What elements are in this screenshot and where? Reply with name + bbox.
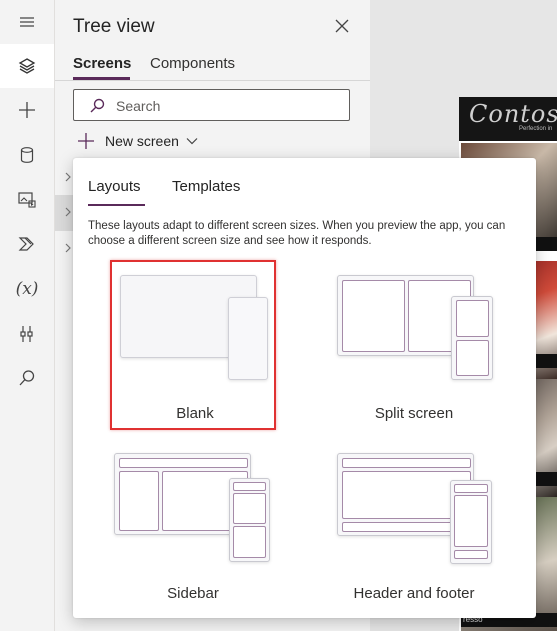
layout-label: Split screen xyxy=(374,405,454,422)
layout-label: Sidebar xyxy=(167,585,219,602)
database-icon[interactable] xyxy=(0,133,54,177)
chevron-right-icon[interactable] xyxy=(63,243,73,253)
split-left-pane xyxy=(342,280,405,352)
chevron-right-icon[interactable] xyxy=(63,172,73,182)
layers-icon[interactable] xyxy=(0,44,54,88)
layout-blank[interactable]: Blank xyxy=(110,260,276,430)
close-icon[interactable] xyxy=(333,17,351,35)
headerfooter-preview-phone xyxy=(450,480,492,564)
layouts-description: These layouts adapt to different screen … xyxy=(88,220,506,247)
tab-components[interactable]: Components xyxy=(150,55,235,72)
tab-screens[interactable]: Screens xyxy=(73,55,131,72)
media-icon[interactable] xyxy=(0,178,54,222)
hf-phone-footer xyxy=(454,550,488,559)
sidebar-nav xyxy=(119,471,159,531)
search-box[interactable] xyxy=(73,89,350,121)
tab-layouts[interactable]: Layouts xyxy=(88,178,141,195)
left-rail: (x) xyxy=(0,0,55,631)
pane-title: Tree view xyxy=(73,16,155,37)
hf-phone-content xyxy=(454,495,488,547)
divider xyxy=(55,80,370,81)
sidebar-header xyxy=(119,458,248,468)
split-phone-bottom xyxy=(456,340,489,376)
search-icon[interactable] xyxy=(0,356,54,400)
sidebar-phone-header xyxy=(233,482,266,491)
layout-header-and-footer[interactable]: Header and footer xyxy=(331,448,497,618)
blank-preview-phone xyxy=(228,297,268,380)
app-logo: Contos xyxy=(469,100,557,128)
hamburger-icon[interactable] xyxy=(0,0,54,44)
search-input[interactable] xyxy=(114,95,338,117)
plus-icon[interactable] xyxy=(0,88,54,132)
app-header: Contos Perfection in xyxy=(459,97,557,141)
new-screen-flyout: Layouts Templates These layouts adapt to… xyxy=(73,158,536,618)
app-tagline: Perfection in xyxy=(519,126,553,132)
tab-underline xyxy=(88,204,145,206)
chevron-down-icon xyxy=(186,138,198,145)
sidebar-phone-nav xyxy=(233,493,266,524)
sidebar-preview-phone xyxy=(229,478,270,562)
tools-icon[interactable] xyxy=(0,312,54,356)
layout-sidebar[interactable]: Sidebar xyxy=(110,448,276,618)
layout-label: Header and footer xyxy=(353,585,475,602)
new-screen-label: New screen xyxy=(105,133,179,149)
hf-header xyxy=(342,458,471,468)
power-automate-icon[interactable] xyxy=(0,222,54,266)
hf-phone-header xyxy=(454,484,488,493)
sidebar-phone-content xyxy=(233,526,266,558)
plus-icon xyxy=(78,133,94,149)
chevron-right-icon[interactable] xyxy=(63,207,73,217)
search-icon xyxy=(90,98,105,113)
split-phone-top xyxy=(456,300,489,337)
split-preview-phone xyxy=(451,296,493,380)
layout-split-screen[interactable]: Split screen xyxy=(331,260,497,430)
variables-icon[interactable]: (x) xyxy=(0,267,54,311)
layout-label: Blank xyxy=(176,405,214,422)
tab-templates[interactable]: Templates xyxy=(172,178,240,195)
